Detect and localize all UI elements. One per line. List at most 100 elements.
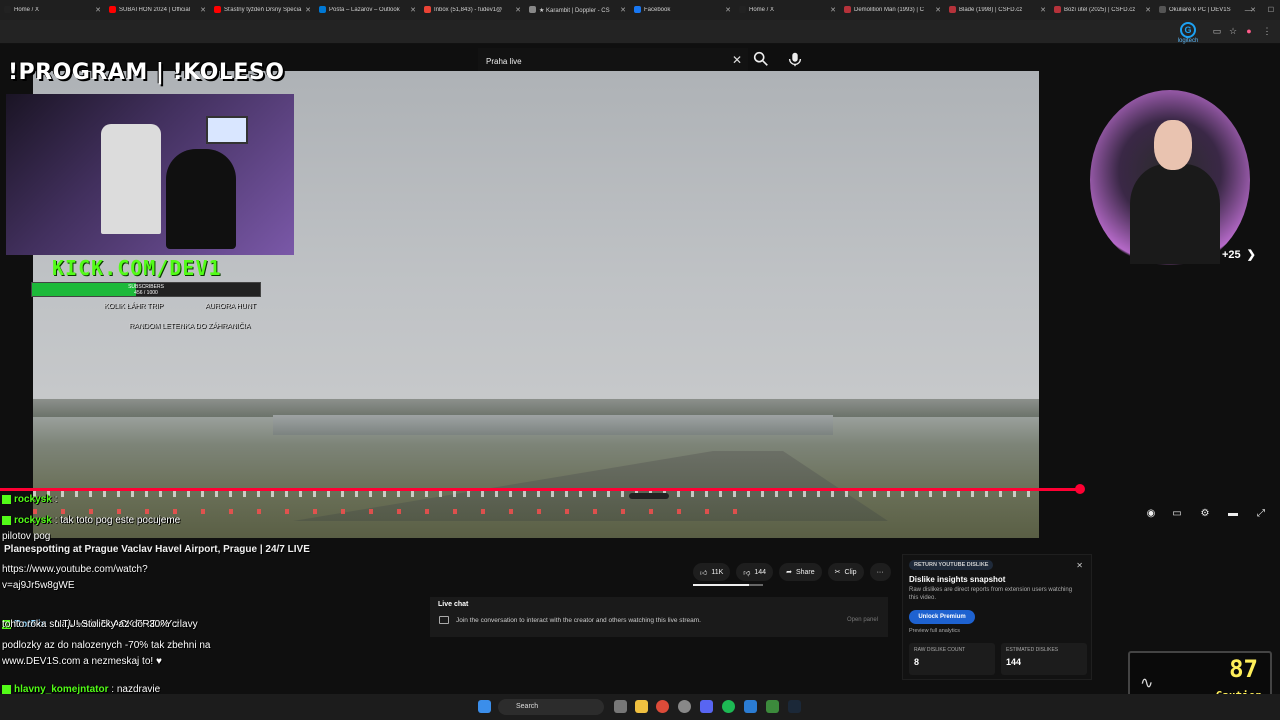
kick-badge-icon — [2, 515, 11, 525]
more-actions-button[interactable]: ··· — [869, 563, 891, 581]
tab-favicon-icon — [109, 6, 116, 13]
chrome-icon[interactable] — [656, 700, 669, 713]
task-view-icon[interactable] — [614, 700, 627, 713]
tab-title: ★ Karambit | Doppler - CS — [539, 7, 610, 14]
browser-tab[interactable]: Blade (1998) | ČSFD.cz ✕ — [945, 0, 1050, 20]
autoplay-toggle-icon[interactable]: ◉ — [1144, 507, 1158, 521]
tab-close-icon[interactable]: ✕ — [410, 6, 416, 14]
like-button[interactable]: 👍︎ 11K — [693, 563, 731, 581]
menu-icon[interactable]: ⋮ — [1262, 26, 1272, 36]
facecam-head — [1154, 120, 1192, 170]
tab-close-icon[interactable]: ✕ — [830, 6, 836, 14]
unlock-premium-button[interactable]: Unlock Premium — [909, 610, 975, 624]
chat-message: tohto roka su TU! Stolicky az do -30% ci — [2, 619, 179, 630]
browser-tab[interactable]: SUBATHON 2024 | Official ✕ — [105, 0, 210, 20]
streamer-facecam — [1090, 90, 1250, 270]
video-progress-bar[interactable] — [0, 484, 1085, 494]
fullscreen-icon[interactable]: ⤢ — [1254, 507, 1268, 521]
bookmark-star-icon[interactable]: ☆ — [1228, 26, 1238, 36]
dislike-card-desc: Raw dislikes are direct reports from ext… — [909, 587, 1073, 601]
tab-close-icon[interactable]: ✕ — [1040, 6, 1046, 14]
clear-search-icon[interactable]: ✕ — [732, 53, 742, 67]
browser-tab[interactable]: Šťastný týždeň Drsný Specia ✕ — [210, 0, 315, 20]
minimize-icon[interactable]: — — [1245, 7, 1252, 14]
steam-icon[interactable] — [788, 700, 801, 713]
cam-person — [166, 149, 236, 249]
tab-close-icon[interactable]: ✕ — [515, 6, 521, 14]
excel-icon[interactable] — [766, 700, 779, 713]
kick-badge-icon — [2, 684, 11, 694]
microphone-icon[interactable] — [786, 50, 804, 68]
tab-title: Facebook — [644, 7, 671, 13]
browser-tab-strip: Home / X ✕ SUBATHON 2024 | Official ✕ Šťastn… — [0, 0, 1280, 20]
share-button[interactable]: ➦ Share — [779, 563, 822, 581]
window-controls[interactable]: — ☐ — [1170, 0, 1280, 20]
tab-title: Pošta – Lazarov – Outlook — [329, 7, 400, 13]
dislike-insights-card: RETURN YOUTUBE DISLIKE ✕ Dislike insight… — [902, 554, 1092, 680]
subscriber-goal-label: SUBSCRIBERS 456 / 1000 — [128, 284, 164, 296]
windows-taskbar: Search — [0, 694, 1280, 720]
captions-icon[interactable]: ▭ — [1170, 507, 1184, 521]
goal-1: KOLIK ŁÁHR TRIP — [104, 303, 164, 310]
preview-analytics-link[interactable]: Preview full analytics — [909, 628, 960, 634]
dislike-card-title: Dislike insights snapshot — [909, 575, 1006, 584]
settings-icon[interactable] — [678, 700, 691, 713]
theater-mode-icon[interactable]: ▬ — [1226, 507, 1240, 521]
search-icon[interactable] — [752, 50, 770, 68]
tab-close-icon[interactable]: ✕ — [95, 6, 101, 14]
spotify-icon[interactable] — [722, 700, 735, 713]
profile-icon[interactable]: ● — [1244, 26, 1254, 36]
browser-tab[interactable]: Facebook ✕ — [630, 0, 735, 20]
tab-favicon-icon — [1159, 6, 1166, 13]
tab-close-icon[interactable]: ✕ — [935, 6, 941, 14]
search-input[interactable]: Praha live — [486, 57, 522, 66]
chat-text: : — [54, 494, 58, 505]
tab-title: Inbox (51,843) - fudev1@ — [434, 7, 503, 13]
tab-title: Home / X — [14, 7, 40, 13]
tab-title: SUBATHON 2024 | Official — [119, 7, 191, 13]
estimated-dislike-box: ESTIMATED DISLIKES 144 — [1001, 643, 1087, 675]
airplane — [629, 493, 669, 499]
scissors-icon: ✂ — [834, 569, 841, 576]
tab-close-icon[interactable]: ✕ — [620, 6, 626, 14]
facecam-body — [1130, 164, 1220, 264]
tab-close-icon[interactable]: ✕ — [1145, 6, 1151, 14]
browser-tab[interactable]: Home / X ✕ — [735, 0, 840, 20]
tab-favicon-icon — [424, 6, 431, 13]
chat-text: https://www.youtube.com/watch? — [2, 564, 148, 575]
tab-favicon-icon — [4, 6, 11, 13]
browser-tab[interactable]: Home / X ✕ — [0, 0, 105, 20]
goal-2: AURORA HUNT — [205, 303, 256, 310]
tab-close-icon[interactable]: ✕ — [725, 6, 731, 14]
browser-tab[interactable]: Boží útel (2025) | ČSFD.cz ✕ — [1050, 0, 1155, 20]
file-explorer-icon[interactable] — [635, 700, 648, 713]
windows-start-icon[interactable] — [478, 700, 491, 713]
progress-scrubber[interactable] — [1075, 484, 1085, 494]
clip-button[interactable]: ✂ Clip — [827, 563, 864, 581]
extension-icon[interactable]: ▭ — [1212, 26, 1222, 36]
chat-username[interactable]: rockysk — [14, 494, 52, 505]
gauge-value: 87 — [1229, 655, 1258, 683]
thumbs-up-icon: 👍︎ — [700, 569, 708, 577]
discord-icon[interactable] — [700, 700, 713, 713]
live-chat-header: Live chat — [438, 601, 469, 608]
settings-gear-icon[interactable]: ⚙ — [1198, 507, 1212, 521]
dislike-button[interactable]: 👎︎ 144 — [736, 563, 774, 581]
heartbeat-icon: ∿ — [1140, 675, 1154, 692]
browser-tab[interactable]: Demolition Man (1993) | C ✕ — [840, 0, 945, 20]
maximize-icon[interactable]: ☐ — [1268, 6, 1274, 14]
more-videos-indicator[interactable]: +25 ❯ — [1222, 248, 1256, 261]
tab-close-icon[interactable]: ✕ — [305, 6, 311, 14]
tab-close-icon[interactable]: ✕ — [200, 6, 206, 14]
browser-tab[interactable]: Pošta – Lazarov – Outlook ✕ — [315, 0, 420, 20]
close-icon[interactable]: ✕ — [1076, 561, 1083, 570]
browser-tab[interactable]: Inbox (51,843) - fudev1@ ✕ — [420, 0, 525, 20]
chat-text: v=aj9Jr5w8gWE — [2, 580, 75, 591]
browser-tab[interactable]: ★ Karambit | Doppler - CS ✕ — [525, 0, 630, 20]
chat-username[interactable]: rockysk — [14, 515, 52, 526]
chat-text: pilotov pog — [2, 531, 51, 542]
app-icon[interactable] — [744, 700, 757, 713]
video-actions: 👍︎ 11K 👎︎ 144 ➦ Share ✂ Clip ··· — [693, 563, 891, 581]
open-panel-button[interactable]: Open panel — [847, 617, 878, 623]
taskbar-search[interactable]: Search — [498, 699, 604, 715]
